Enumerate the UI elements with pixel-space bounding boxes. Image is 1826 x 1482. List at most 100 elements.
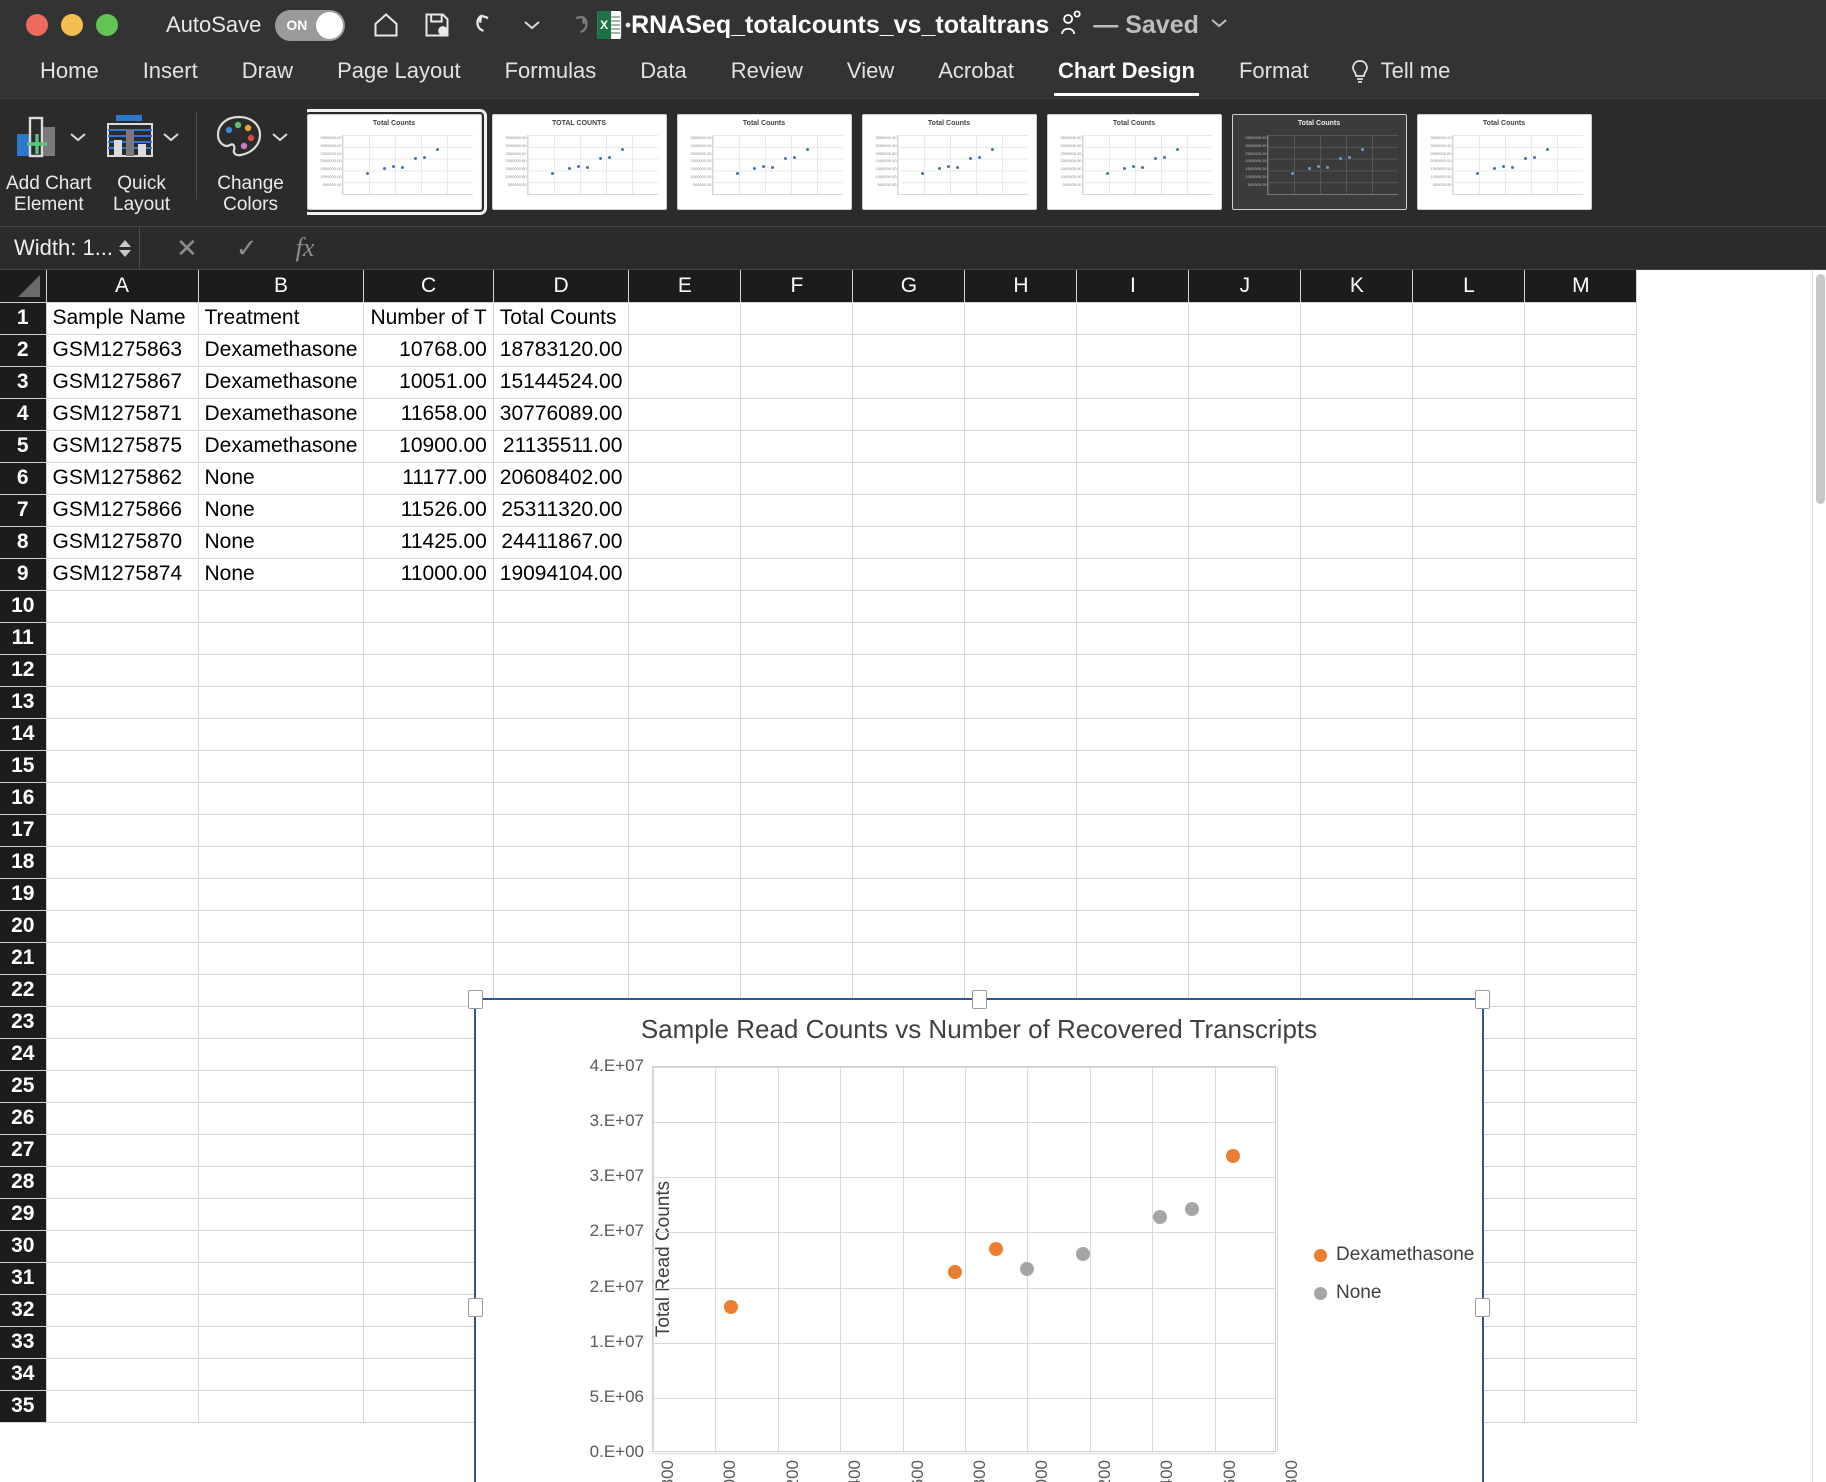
cell-C20[interactable] [364, 910, 493, 942]
cell-D20[interactable] [493, 910, 629, 942]
row-header-12[interactable]: 12 [0, 654, 46, 686]
cell-B16[interactable] [198, 782, 364, 814]
name-box[interactable]: Width: 1... [0, 227, 140, 269]
cell-G16[interactable] [853, 782, 965, 814]
chart-style-option-1[interactable]: Total Counts3500000.003000000.002500000.… [307, 114, 482, 210]
cell-C7[interactable]: 11526.00 [364, 494, 493, 526]
cell-F2[interactable] [741, 334, 853, 366]
cell-E18[interactable] [629, 846, 741, 878]
cell-C19[interactable] [364, 878, 493, 910]
cell-A26[interactable] [46, 1102, 198, 1134]
table-row[interactable]: 12 [0, 654, 1637, 686]
cell-K2[interactable] [1301, 334, 1413, 366]
cell-J20[interactable] [1189, 910, 1301, 942]
cell-F14[interactable] [741, 718, 853, 750]
cell-D14[interactable] [493, 718, 629, 750]
cell-G2[interactable] [853, 334, 965, 366]
cell-M3[interactable] [1525, 366, 1637, 398]
cell-D16[interactable] [493, 782, 629, 814]
cell-A18[interactable] [46, 846, 198, 878]
cell-M16[interactable] [1525, 782, 1637, 814]
cell-L18[interactable] [1413, 846, 1525, 878]
cell-M1[interactable] [1525, 302, 1637, 334]
cell-I7[interactable] [1077, 494, 1189, 526]
autosave-control[interactable]: AutoSave ON [166, 10, 345, 41]
cell-D5[interactable]: 21135511.00 [493, 430, 629, 462]
cell-D10[interactable] [493, 590, 629, 622]
cell-I9[interactable] [1077, 558, 1189, 590]
cell-A7[interactable]: GSM1275866 [46, 494, 198, 526]
cell-K20[interactable] [1301, 910, 1413, 942]
row-header-11[interactable]: 11 [0, 622, 46, 654]
column-header-G[interactable]: G [853, 270, 965, 302]
cell-A9[interactable]: GSM1275874 [46, 558, 198, 590]
cell-B31[interactable] [198, 1262, 364, 1294]
cell-E3[interactable] [629, 366, 741, 398]
cell-H4[interactable] [965, 398, 1077, 430]
cell-G6[interactable] [853, 462, 965, 494]
cell-F16[interactable] [741, 782, 853, 814]
resize-handle-middle-left[interactable] [468, 1298, 483, 1317]
cell-I20[interactable] [1077, 910, 1189, 942]
chart-style-option-4[interactable]: Total Counts3500000.003000000.002500000.… [862, 114, 1037, 210]
column-header-A[interactable]: A [46, 270, 198, 302]
cell-H11[interactable] [965, 622, 1077, 654]
cell-M21[interactable] [1525, 942, 1637, 974]
cell-A14[interactable] [46, 718, 198, 750]
cell-F11[interactable] [741, 622, 853, 654]
row-header-14[interactable]: 14 [0, 718, 46, 750]
cell-K21[interactable] [1301, 942, 1413, 974]
column-header-J[interactable]: J [1189, 270, 1301, 302]
cell-E17[interactable] [629, 814, 741, 846]
cell-G20[interactable] [853, 910, 965, 942]
cell-J21[interactable] [1189, 942, 1301, 974]
cell-M4[interactable] [1525, 398, 1637, 430]
cell-K19[interactable] [1301, 878, 1413, 910]
vertical-scrollbar-thumb[interactable] [1816, 274, 1825, 504]
tab-format[interactable]: Format [1217, 54, 1331, 94]
tab-review[interactable]: Review [709, 54, 825, 94]
cell-L8[interactable] [1413, 526, 1525, 558]
row-header-20[interactable]: 20 [0, 910, 46, 942]
spreadsheet-grid[interactable]: ABCDEFGHIJKLM1Sample NameTreatmentNumber… [0, 270, 1826, 1482]
chart-legend[interactable]: Dexamethasone None [1314, 1244, 1474, 1320]
cell-A2[interactable]: GSM1275863 [46, 334, 198, 366]
cell-H3[interactable] [965, 366, 1077, 398]
column-header-F[interactable]: F [741, 270, 853, 302]
cell-F17[interactable] [741, 814, 853, 846]
cell-B11[interactable] [198, 622, 364, 654]
tab-formulas[interactable]: Formulas [483, 54, 619, 94]
cell-H8[interactable] [965, 526, 1077, 558]
cell-M35[interactable] [1525, 1390, 1637, 1422]
cell-D4[interactable]: 30776089.00 [493, 398, 629, 430]
row-header-8[interactable]: 8 [0, 526, 46, 558]
fx-icon[interactable]: fx [296, 233, 315, 263]
data-point-none-2[interactable] [1076, 1247, 1090, 1261]
cell-J3[interactable] [1189, 366, 1301, 398]
cell-M15[interactable] [1525, 750, 1637, 782]
cell-B5[interactable]: Dexamethasone [198, 430, 364, 462]
column-header-L[interactable]: L [1413, 270, 1525, 302]
cell-H15[interactable] [965, 750, 1077, 782]
row-header-30[interactable]: 30 [0, 1230, 46, 1262]
cell-M27[interactable] [1525, 1134, 1637, 1166]
cell-F3[interactable] [741, 366, 853, 398]
legend-item-dexamethasone[interactable]: Dexamethasone [1314, 1244, 1474, 1266]
cell-M6[interactable] [1525, 462, 1637, 494]
cell-E14[interactable] [629, 718, 741, 750]
cell-E12[interactable] [629, 654, 741, 686]
cell-L7[interactable] [1413, 494, 1525, 526]
cell-L15[interactable] [1413, 750, 1525, 782]
cell-B26[interactable] [198, 1102, 364, 1134]
cell-L21[interactable] [1413, 942, 1525, 974]
cell-D18[interactable] [493, 846, 629, 878]
cell-G18[interactable] [853, 846, 965, 878]
column-header-B[interactable]: B [198, 270, 364, 302]
cell-L2[interactable] [1413, 334, 1525, 366]
cell-A15[interactable] [46, 750, 198, 782]
cell-D6[interactable]: 20608402.00 [493, 462, 629, 494]
cell-C4[interactable]: 11658.00 [364, 398, 493, 430]
row-header-33[interactable]: 33 [0, 1326, 46, 1358]
cell-B32[interactable] [198, 1294, 364, 1326]
row-header-24[interactable]: 24 [0, 1038, 46, 1070]
